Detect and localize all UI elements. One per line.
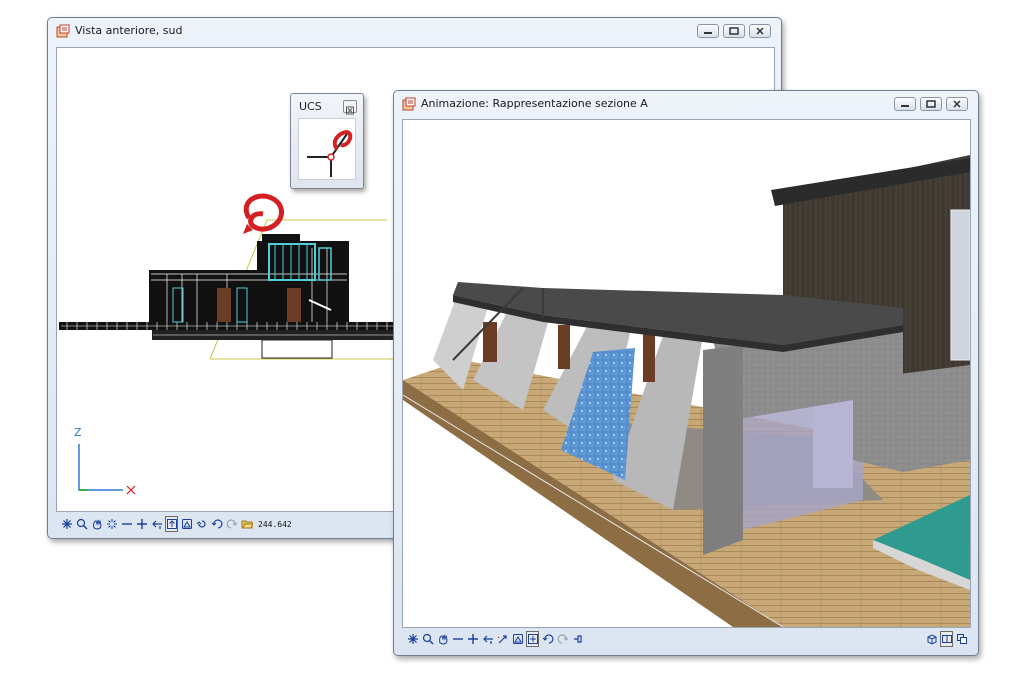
minimize-icon (901, 105, 909, 107)
close-button[interactable] (946, 97, 968, 111)
front-view-titlebar[interactable]: Vista anteriore, sud (48, 18, 781, 44)
z-axis-label: Z (74, 426, 82, 439)
minimize-button[interactable] (697, 24, 719, 38)
sparkle-icon[interactable] (105, 516, 118, 532)
copy-view-icon[interactable] (955, 631, 968, 647)
close-button[interactable] (749, 24, 771, 38)
app-icon (402, 97, 416, 111)
front-view-toolbar: 244.642 (60, 513, 292, 535)
split-view-icon[interactable] (940, 631, 953, 647)
undo-icon[interactable] (210, 516, 223, 532)
zoom-icon[interactable] (75, 516, 88, 532)
zoom-icon[interactable] (421, 631, 434, 647)
arrow-left-icon[interactable] (150, 516, 163, 532)
minimize-button[interactable] (894, 97, 916, 111)
view-orbit-icon[interactable] (526, 631, 539, 647)
window-title: Vista anteriore, sud (75, 24, 183, 37)
ucs-gizmo-button[interactable] (298, 118, 356, 180)
animation-toolbar-right (925, 628, 970, 650)
redo-icon[interactable] (556, 631, 569, 647)
rendered-house-section (403, 120, 970, 627)
ucs-panel[interactable]: UCS (290, 93, 364, 189)
asterisk-icon[interactable] (406, 631, 419, 647)
render-viewport[interactable] (402, 119, 971, 628)
view-cube-icon[interactable] (925, 631, 938, 647)
rotate-icon[interactable] (195, 516, 208, 532)
asterisk-icon[interactable] (60, 516, 73, 532)
plus-icon[interactable] (135, 516, 148, 532)
maximize-button[interactable] (920, 97, 942, 111)
view-home-icon[interactable] (511, 631, 524, 647)
hand-pan-icon[interactable] (90, 516, 103, 532)
maximize-button[interactable] (723, 24, 745, 38)
arrow-left-icon[interactable] (481, 631, 494, 647)
ucs-close-button[interactable] (343, 100, 357, 115)
animation-toolbar (406, 628, 586, 650)
redo-icon[interactable] (225, 516, 238, 532)
app-icon (56, 24, 70, 38)
plus-icon[interactable] (466, 631, 479, 647)
maximize-icon (926, 100, 936, 108)
minimize-icon (704, 32, 712, 34)
hand-pan-icon[interactable] (436, 631, 449, 647)
view-front-icon[interactable] (165, 516, 178, 532)
view-home-icon[interactable] (180, 516, 193, 532)
close-icon (953, 100, 961, 108)
ucs-panel-title: UCS (299, 100, 322, 113)
minus-icon[interactable] (451, 631, 464, 647)
maximize-icon (729, 27, 739, 35)
pin-icon[interactable] (571, 631, 584, 647)
magic-arrow-icon[interactable] (496, 631, 509, 647)
coordinate-readout: 244.642 (258, 519, 292, 529)
close-icon (346, 106, 354, 115)
animation-window[interactable]: Animazione: Rappresentazione sezione A (393, 90, 979, 656)
undo-icon[interactable] (541, 631, 554, 647)
ucs-axis-icon (307, 130, 353, 177)
minus-icon[interactable] (120, 516, 133, 532)
window-title: Animazione: Rappresentazione sezione A (421, 97, 648, 110)
close-icon (756, 27, 764, 35)
folder-open-icon[interactable] (240, 516, 253, 532)
animation-titlebar[interactable]: Animazione: Rappresentazione sezione A (394, 91, 978, 117)
